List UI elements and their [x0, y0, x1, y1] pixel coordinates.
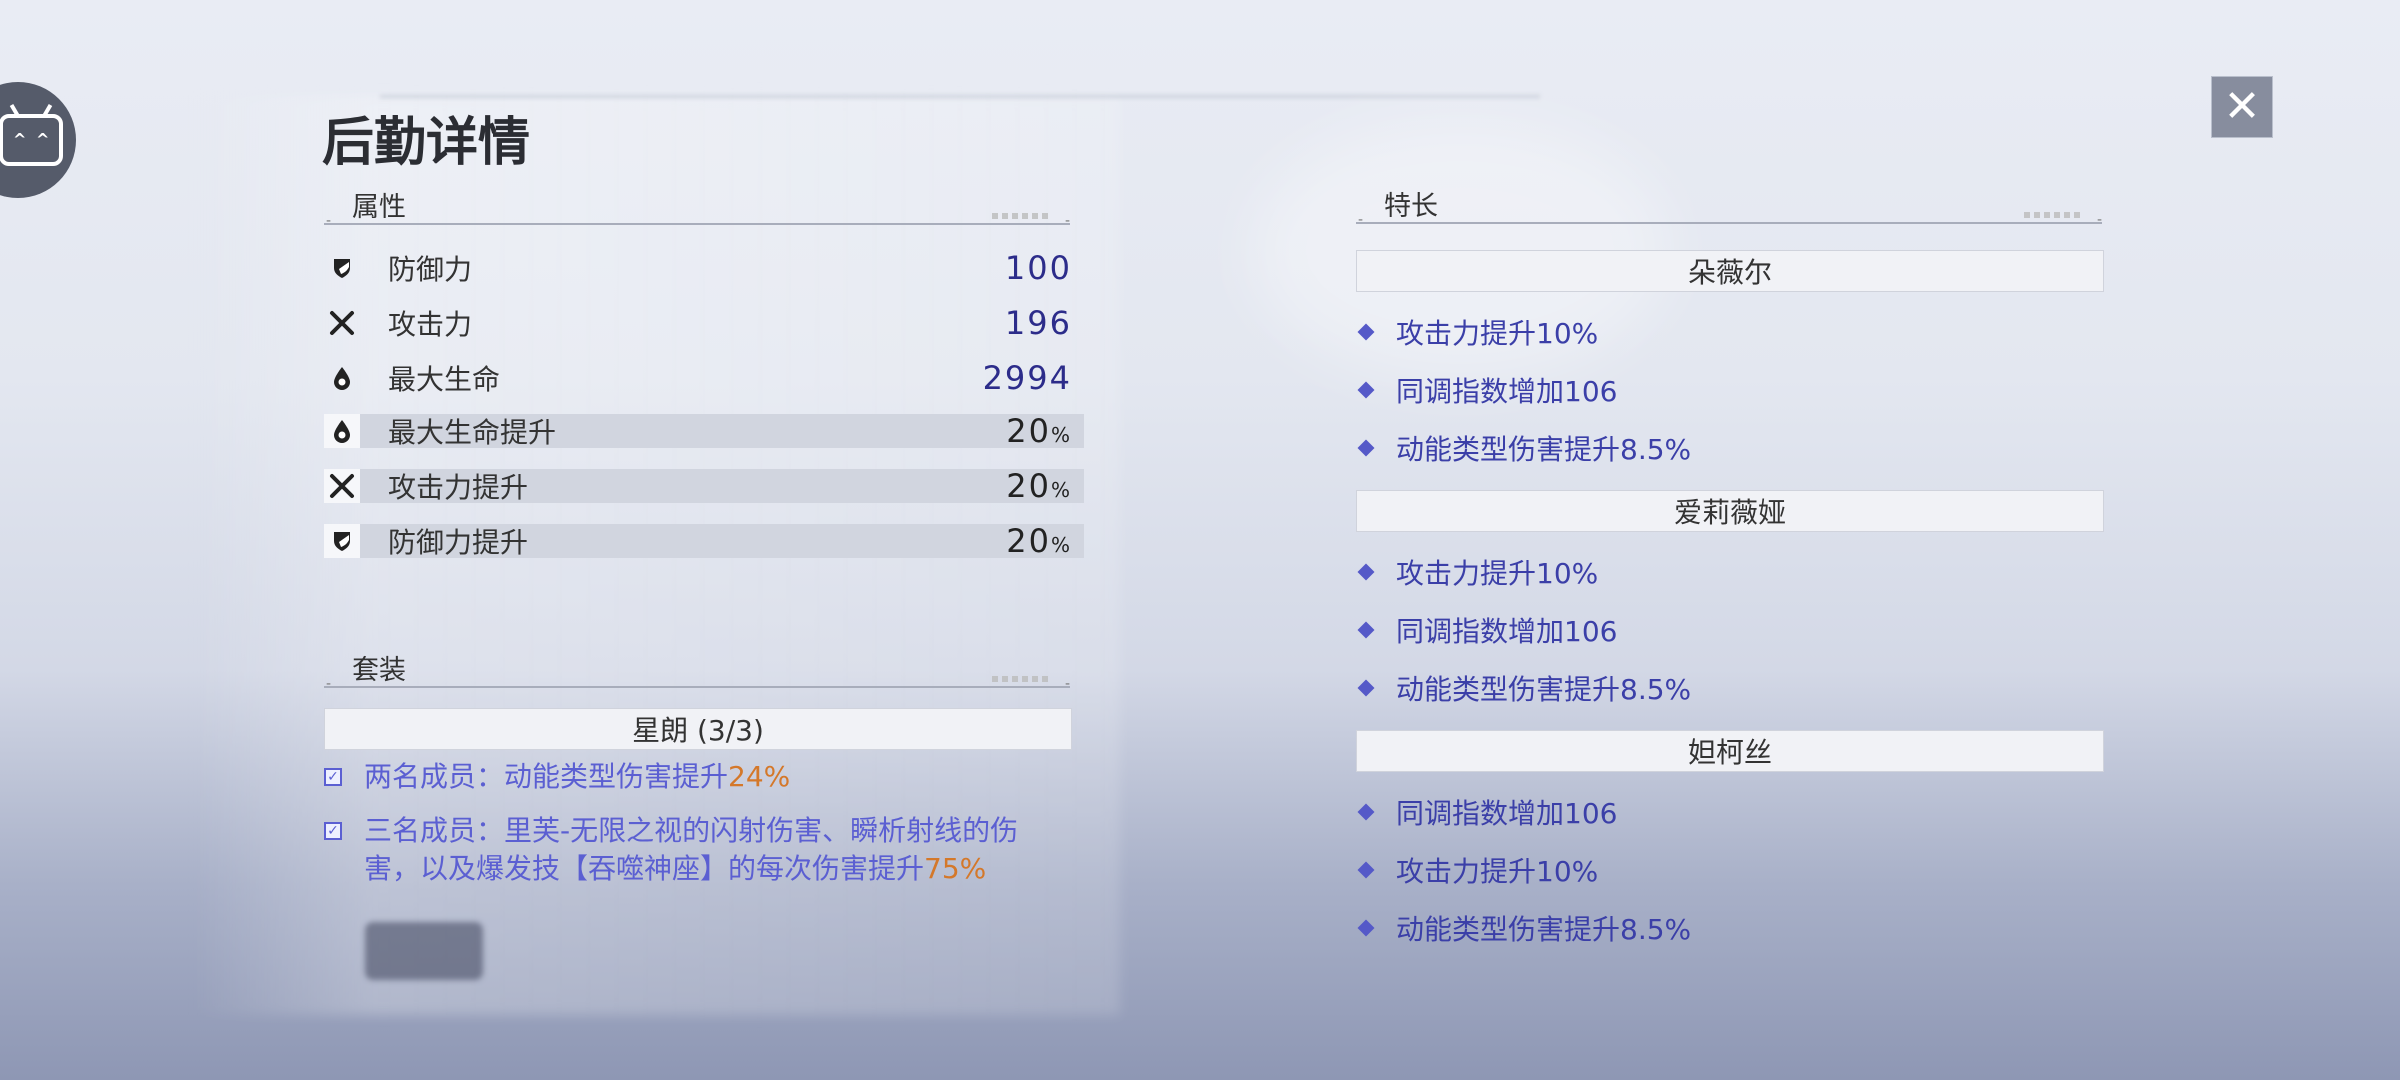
drop-icon	[324, 414, 360, 448]
specialty-text: 攻击力提升10%	[1396, 855, 1599, 888]
shield-icon	[324, 524, 360, 558]
attribute-name: 攻击力	[388, 308, 473, 341]
diamond-bullet-icon	[1357, 439, 1375, 457]
specialty-text: 同调指数增加106	[1396, 797, 1618, 830]
diamond-bullet-icon	[1357, 861, 1375, 879]
specialty-text: 动能类型伤害提升8.5%	[1396, 673, 1692, 706]
specialty-text: 同调指数增加106	[1396, 615, 1618, 648]
header-decoration	[992, 676, 1052, 682]
specialty-text: 动能类型伤害提升8.5%	[1396, 913, 1692, 946]
close-button[interactable]: ✕	[2211, 76, 2273, 138]
header-tick-left: -	[326, 676, 332, 692]
swords-icon	[324, 469, 360, 503]
background-line	[380, 95, 1540, 98]
attribute-value: 20%	[1006, 412, 1072, 450]
attribute-value: 196	[1004, 304, 1072, 342]
header-divider	[324, 686, 1070, 688]
specialty-item: 动能类型伤害提升8.5%	[1356, 908, 1691, 948]
header-divider	[324, 223, 1070, 225]
header-decoration	[2024, 212, 2084, 218]
attribute-value: 2994	[982, 359, 1072, 397]
attribute-row: 防御力提升 20%	[324, 522, 1084, 560]
swords-icon	[324, 306, 360, 340]
set-bonus-3: ✓ 三名成员：里芙-无限之视的闪射伤害、瞬析射线的伤害，以及爆发技【吞噬神座】的…	[324, 812, 1064, 888]
specialty-character-bar: 妲柯丝	[1356, 730, 2104, 772]
checkbox-icon: ✓	[324, 768, 342, 786]
attribute-row: 防御力 100	[324, 249, 1084, 287]
specialty-text: 同调指数增加106	[1396, 375, 1618, 408]
specialty-item: 同调指数增加106	[1356, 610, 1617, 650]
specialty-item: 同调指数增加106	[1356, 370, 1617, 410]
diamond-bullet-icon	[1357, 919, 1375, 937]
specialty-item: 动能类型伤害提升8.5%	[1356, 668, 1691, 708]
specialty-item: 动能类型伤害提升8.5%	[1356, 428, 1691, 468]
attribute-value: 20%	[1006, 467, 1072, 505]
header-tick-right: -	[2096, 212, 2102, 228]
drop-icon	[324, 361, 360, 395]
attribute-row: 攻击力 196	[324, 304, 1084, 342]
app-avatar[interactable]: ^ ^	[0, 82, 76, 198]
diamond-bullet-icon	[1357, 679, 1375, 697]
attribute-value: 20%	[1006, 522, 1072, 560]
attributes-header: - 属性 -	[324, 185, 1070, 229]
specialty-character-bar: 朵薇尔	[1356, 250, 2104, 292]
set-heading: 套装	[352, 655, 406, 686]
tv-mascot-icon: ^ ^	[0, 114, 63, 166]
mascot-face: ^ ^	[13, 130, 52, 149]
attribute-value: 100	[1004, 249, 1072, 287]
attribute-name: 攻击力提升	[388, 471, 529, 504]
specialty-text: 攻击力提升10%	[1396, 557, 1599, 590]
set-bonus-2: ✓ 两名成员：动能类型伤害提升24%	[324, 758, 1064, 796]
set-bonus-text: 三名成员：里芙-无限之视的闪射伤害、瞬析射线的伤害，以及爆发技【吞噬神座】的每次…	[364, 814, 1019, 885]
shield-icon	[324, 251, 360, 285]
specialty-character-name: 朵薇尔	[1687, 256, 1772, 289]
specialty-item: 同调指数增加106	[1356, 792, 1617, 832]
header-tick-right: -	[1064, 213, 1070, 229]
attribute-row: 攻击力提升 20%	[324, 467, 1084, 505]
diamond-bullet-icon	[1357, 381, 1375, 399]
checkbox-icon: ✓	[324, 822, 342, 840]
specialty-item: 攻击力提升10%	[1356, 850, 1598, 890]
diamond-bullet-icon	[1357, 803, 1375, 821]
attributes-heading: 属性	[352, 192, 406, 223]
set-header: - 套装 -	[324, 648, 1070, 692]
set-bonus-percent: 24%	[728, 760, 791, 793]
header-tick-left: -	[1358, 212, 1364, 228]
attribute-name: 最大生命	[388, 363, 501, 396]
diamond-bullet-icon	[1357, 621, 1375, 639]
specialty-character-bar: 爱莉薇娅	[1356, 490, 2104, 532]
specialty-character-name: 爱莉薇娅	[1673, 496, 1786, 529]
specialty-text: 攻击力提升10%	[1396, 317, 1599, 350]
set-bonus-text: 两名成员：动能类型伤害提升	[364, 760, 729, 793]
header-decoration	[992, 213, 1052, 219]
specialty-character-name: 妲柯丝	[1687, 736, 1772, 769]
set-name-bar: 星朗 (3/3)	[324, 708, 1072, 750]
set-bonus-percent: 75%	[924, 852, 987, 885]
specialty-item: 攻击力提升10%	[1356, 552, 1598, 592]
specialties-header: - 特长 -	[1356, 184, 2102, 228]
attribute-row: 最大生命 2994	[324, 359, 1084, 397]
attribute-name: 防御力提升	[388, 526, 529, 559]
close-icon: ✕	[2223, 81, 2261, 132]
specialty-text: 动能类型伤害提升8.5%	[1396, 433, 1692, 466]
attribute-row: 最大生命提升 20%	[324, 412, 1084, 450]
attribute-name: 防御力	[388, 253, 473, 286]
header-tick-left: -	[326, 213, 332, 229]
specialties-heading: 特长	[1384, 191, 1438, 222]
diamond-bullet-icon	[1357, 563, 1375, 581]
set-name: 星朗 (3/3)	[632, 714, 764, 747]
attribute-name: 最大生命提升	[388, 416, 557, 449]
background-ghost-button	[365, 922, 483, 980]
page-title: 后勤详情	[322, 113, 531, 173]
specialty-item: 攻击力提升10%	[1356, 312, 1598, 352]
header-tick-right: -	[1064, 676, 1070, 692]
diamond-bullet-icon	[1357, 323, 1375, 341]
header-divider	[1356, 222, 2102, 224]
